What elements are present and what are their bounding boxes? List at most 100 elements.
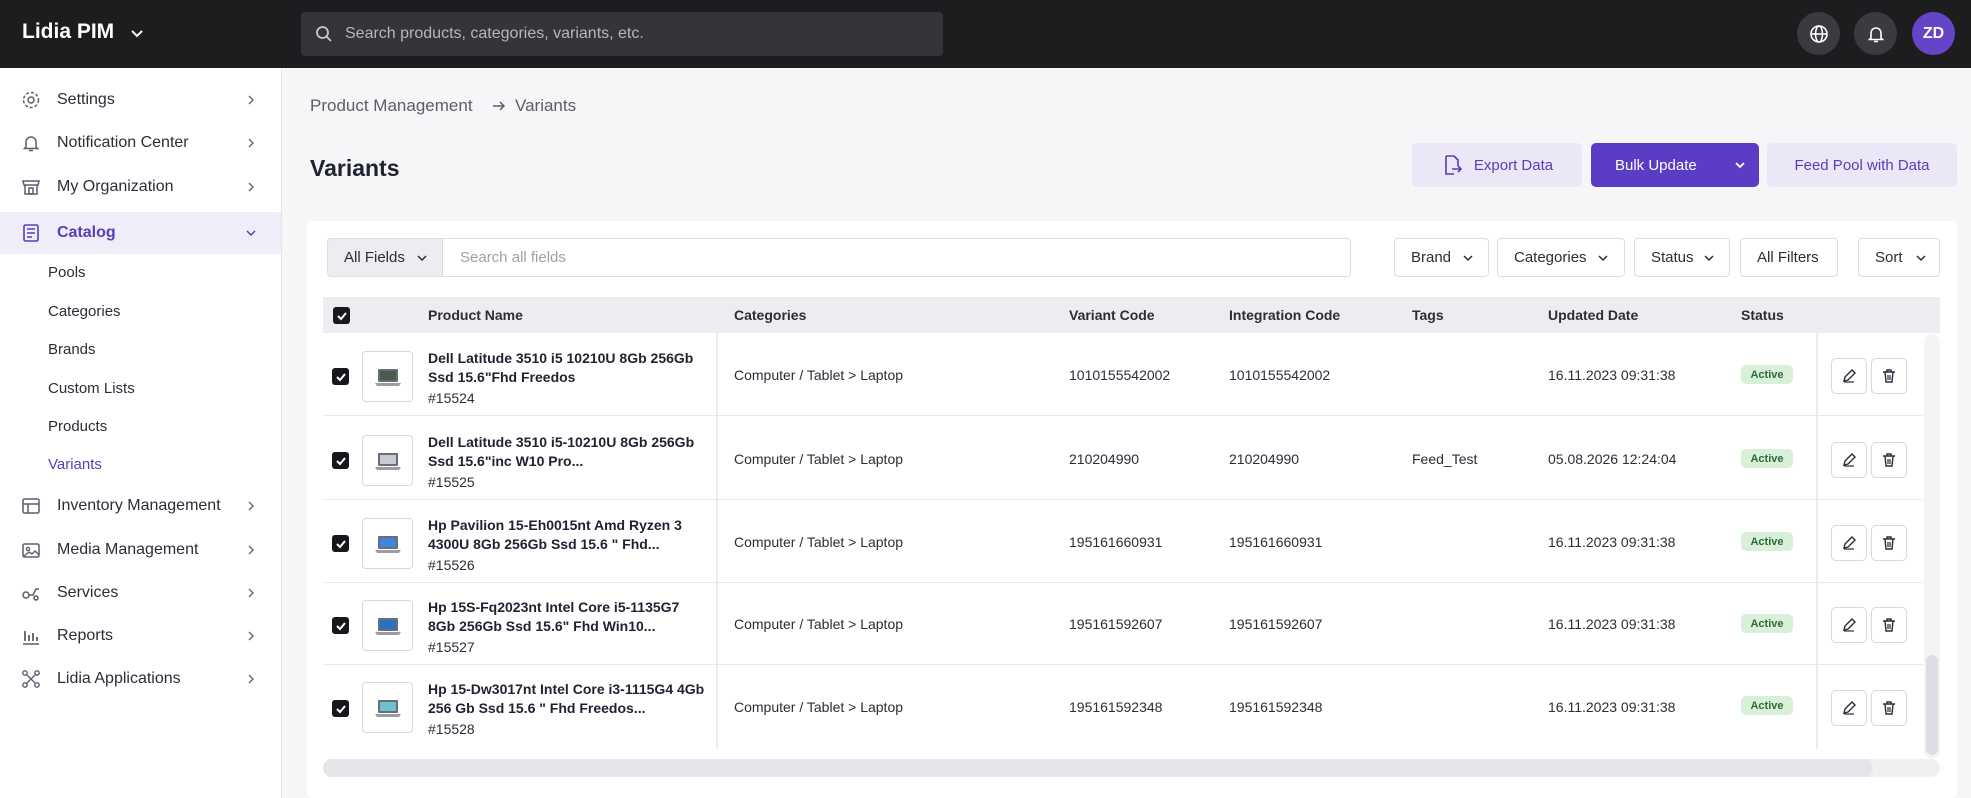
column-integration-code[interactable]: Integration Code xyxy=(1229,307,1340,323)
search-all-fields-input[interactable] xyxy=(442,238,1351,277)
inventory-icon xyxy=(22,498,40,514)
all-filters-button[interactable]: All Filters xyxy=(1740,238,1838,277)
feed-pool-button[interactable]: Feed Pool with Data xyxy=(1767,143,1957,187)
check-icon xyxy=(335,539,346,548)
pencil-icon xyxy=(1843,453,1856,467)
language-button[interactable] xyxy=(1797,12,1840,55)
sort-button[interactable]: Sort xyxy=(1858,238,1940,277)
sidebar-item-label: Media Management xyxy=(57,541,199,558)
arrow-right-icon xyxy=(493,101,506,111)
laptop-icon xyxy=(374,452,401,470)
categories-filter-label: Categories xyxy=(1514,249,1587,266)
services-icon xyxy=(22,588,39,601)
sidebar-sub-variants[interactable]: Variants xyxy=(48,456,102,473)
column-status[interactable]: Status xyxy=(1741,307,1784,323)
edit-button[interactable] xyxy=(1831,690,1867,726)
sidebar-item-catalog[interactable]: Catalog xyxy=(0,212,281,254)
trash-icon xyxy=(1883,453,1895,467)
product-id: #15524 xyxy=(428,390,475,406)
export-data-button[interactable]: Export Data xyxy=(1412,143,1582,187)
chevron-right-icon xyxy=(248,545,255,555)
product-name[interactable]: Hp Pavilion 15-Eh0015nt Amd Ryzen 3 4300… xyxy=(428,516,708,554)
variant-code-cell: 210204990 xyxy=(1069,451,1140,467)
chevron-right-icon xyxy=(248,138,255,148)
table-row[interactable]: Dell Latitude 3510 i5 10210U 8Gb 256Gb S… xyxy=(323,334,1923,416)
edit-button[interactable] xyxy=(1831,607,1867,643)
select-all-checkbox[interactable] xyxy=(333,307,350,324)
column-product-name[interactable]: Product Name xyxy=(428,307,523,323)
chevron-right-icon xyxy=(248,95,255,105)
delete-button[interactable] xyxy=(1871,358,1907,394)
sidebar-sub-products[interactable]: Products xyxy=(48,418,107,435)
delete-button[interactable] xyxy=(1871,690,1907,726)
edit-button[interactable] xyxy=(1831,525,1867,561)
product-id: #15528 xyxy=(428,721,475,737)
product-name[interactable]: Dell Latitude 3510 i5-10210U 8Gb 256Gb S… xyxy=(428,433,708,471)
sidebar-item-notification-center[interactable]: Notification Center xyxy=(0,122,281,164)
sidebar-item-label: Services xyxy=(57,584,119,601)
sidebar-item-label: Lidia Applications xyxy=(57,670,181,687)
horizontal-scrollbar[interactable] xyxy=(323,759,1940,777)
field-select-label: All Fields xyxy=(344,249,405,266)
field-select[interactable]: All Fields xyxy=(327,238,443,277)
notifications-button[interactable] xyxy=(1854,12,1897,55)
global-search-input[interactable] xyxy=(345,12,925,56)
sidebar-item-lidia-applications[interactable]: Lidia Applications xyxy=(0,658,281,700)
global-search[interactable] xyxy=(301,12,943,56)
delete-button[interactable] xyxy=(1871,607,1907,643)
edit-button[interactable] xyxy=(1831,358,1867,394)
app-logo[interactable]: Lidia PIM xyxy=(22,20,114,44)
table-row[interactable]: Hp 15-Dw3017nt Intel Core i3-1115G4 4Gb … xyxy=(323,665,1923,747)
bulk-update-button[interactable]: Bulk Update xyxy=(1591,143,1759,187)
sidebar-item-inventory-management[interactable]: Inventory Management xyxy=(0,485,281,527)
chevron-right-icon xyxy=(248,631,255,641)
delete-button[interactable] xyxy=(1871,442,1907,478)
breadcrumb-parent[interactable]: Product Management xyxy=(310,96,473,116)
table-row[interactable]: Hp Pavilion 15-Eh0015nt Amd Ryzen 3 4300… xyxy=(323,501,1923,583)
sidebar-item-media-management[interactable]: Media Management xyxy=(0,529,281,571)
trash-icon xyxy=(1883,536,1895,550)
column-categories[interactable]: Categories xyxy=(734,307,806,323)
sidebar-item-my-organization[interactable]: My Organization xyxy=(0,166,281,208)
bell-icon xyxy=(22,136,40,152)
table-row[interactable]: Dell Latitude 3510 i5-10210U 8Gb 256Gb S… xyxy=(323,418,1923,500)
column-tags[interactable]: Tags xyxy=(1412,307,1444,323)
horizontal-scrollbar-thumb[interactable] xyxy=(323,759,1873,777)
sidebar-sub-brands[interactable]: Brands xyxy=(48,341,96,358)
row-checkbox[interactable] xyxy=(332,452,349,469)
avatar[interactable]: ZD xyxy=(1912,12,1955,55)
integration-code-cell: 210204990 xyxy=(1229,451,1300,467)
row-checkbox[interactable] xyxy=(332,617,349,634)
variant-code-cell: 1010155542002 xyxy=(1069,367,1171,383)
sidebar-item-settings[interactable]: Settings xyxy=(0,79,281,121)
product-name[interactable]: Hp 15-Dw3017nt Intel Core i3-1115G4 4Gb … xyxy=(428,680,708,718)
sidebar-sub-custom-lists[interactable]: Custom Lists xyxy=(48,380,135,397)
status-badge: Active xyxy=(1741,449,1793,468)
sidebar-item-services[interactable]: Services xyxy=(0,572,281,614)
integration-code-cell: 195161660931 xyxy=(1229,534,1323,550)
sidebar-item-reports[interactable]: Reports xyxy=(0,615,281,657)
sidebar-sub-categories[interactable]: Categories xyxy=(48,303,121,320)
column-updated-date[interactable]: Updated Date xyxy=(1548,307,1638,323)
column-variant-code[interactable]: Variant Code xyxy=(1069,307,1155,323)
table-row[interactable]: Hp 15S-Fq2023nt Intel Core i5-1135G7 8Gb… xyxy=(323,583,1923,665)
variant-code-cell: 195161660931 xyxy=(1069,534,1163,550)
row-checkbox[interactable] xyxy=(332,368,349,385)
status-badge: Active xyxy=(1741,532,1793,551)
sidebar-item-label: Reports xyxy=(57,627,114,644)
row-checkbox[interactable] xyxy=(332,700,349,717)
row-checkbox[interactable] xyxy=(332,535,349,552)
check-icon xyxy=(335,704,346,713)
brand-filter[interactable]: Brand xyxy=(1394,238,1489,277)
vertical-scrollbar-thumb[interactable] xyxy=(1926,655,1938,755)
categories-filter[interactable]: Categories xyxy=(1497,238,1625,277)
product-name[interactable]: Dell Latitude 3510 i5 10210U 8Gb 256Gb S… xyxy=(428,349,708,387)
chevron-down-icon[interactable] xyxy=(128,24,146,42)
sidebar-sub-pools[interactable]: Pools xyxy=(48,264,86,281)
check-icon xyxy=(335,621,346,630)
delete-button[interactable] xyxy=(1871,525,1907,561)
status-filter[interactable]: Status xyxy=(1634,238,1730,277)
product-name[interactable]: Hp 15S-Fq2023nt Intel Core i5-1135G7 8Gb… xyxy=(428,598,708,636)
check-icon xyxy=(336,311,347,320)
edit-button[interactable] xyxy=(1831,442,1867,478)
